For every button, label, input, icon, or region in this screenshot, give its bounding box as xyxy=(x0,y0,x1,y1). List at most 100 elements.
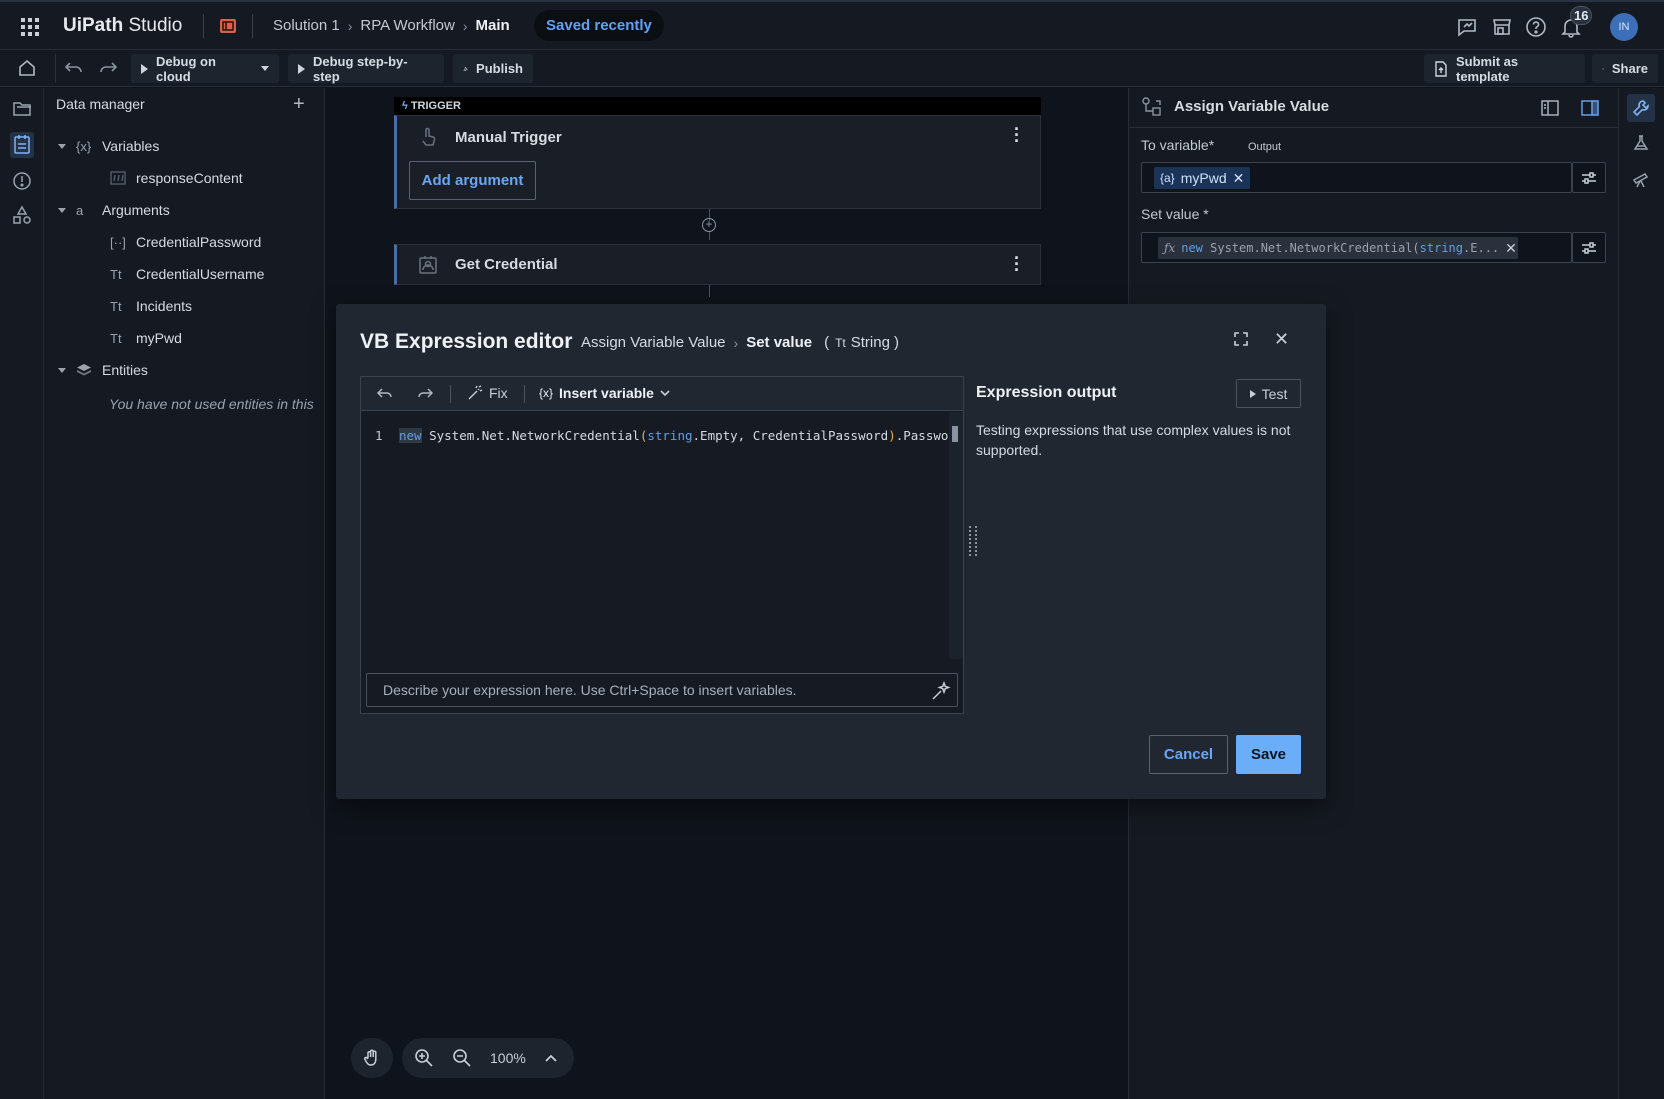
test-label: Test xyxy=(1261,385,1288,402)
pan-tool[interactable] xyxy=(351,1038,393,1078)
set-value-field[interactable]: ƒx new System.Net.NetworkCredential(stri… xyxy=(1141,232,1572,263)
arguments-group[interactable]: a Arguments xyxy=(58,202,170,218)
close-icon[interactable]: ✕ xyxy=(1233,170,1245,187)
caret-down-icon[interactable] xyxy=(58,367,66,373)
feedback-icon[interactable] xyxy=(1456,16,1478,38)
redo-icon[interactable] xyxy=(98,59,118,77)
undo-icon[interactable] xyxy=(64,59,84,77)
submit-template-label: Submit as template xyxy=(1455,53,1519,84)
hand-icon[interactable] xyxy=(362,1048,382,1068)
chevron-up-icon[interactable] xyxy=(544,1053,558,1063)
publish-button[interactable]: Publish xyxy=(453,54,533,83)
ai-sparkle-icon[interactable] xyxy=(931,681,951,701)
user-avatar[interactable]: IN xyxy=(1610,13,1638,41)
scrollbar[interactable] xyxy=(949,412,963,659)
close-icon[interactable]: ✕ xyxy=(1274,329,1289,350)
resize-handle[interactable] xyxy=(969,526,977,556)
manual-trigger-card[interactable]: Manual Trigger · · · Add argument xyxy=(394,115,1041,209)
tree-item-incidents[interactable]: Tt Incidents xyxy=(110,298,192,314)
publish-label: Publish xyxy=(476,61,523,76)
secure-string-icon: [··] xyxy=(110,234,126,250)
close-icon[interactable]: ✕ xyxy=(1505,240,1517,257)
home-icon[interactable] xyxy=(17,58,37,78)
files-icon[interactable] xyxy=(11,98,33,120)
zoom-level[interactable]: 100% xyxy=(490,1050,526,1066)
debug-step-by-step-button[interactable]: Debug step-by-step xyxy=(288,54,444,84)
data-manager-title: Data manager xyxy=(56,96,145,112)
undo-icon[interactable] xyxy=(377,386,393,400)
set-value-options[interactable] xyxy=(1572,232,1606,263)
variable-chip[interactable]: {a} myPwd ✕ xyxy=(1154,167,1251,189)
add-icon[interactable]: + xyxy=(293,94,305,114)
expression-chip[interactable]: ƒx new System.Net.NetworkCredential(stri… xyxy=(1158,237,1518,259)
caret-down-icon[interactable] xyxy=(58,207,66,213)
tree-item-mypwd[interactable]: Tt myPwd xyxy=(110,330,182,346)
code-line[interactable]: new System.Net.NetworkCredential(string.… xyxy=(399,428,963,443)
breadcrumb-solution[interactable]: Solution 1 xyxy=(273,17,340,34)
brand-name: UiPath xyxy=(63,15,124,36)
marketplace-icon[interactable] xyxy=(1491,16,1513,38)
scrollbar-thumb[interactable] xyxy=(952,426,958,442)
add-step-icon[interactable]: + xyxy=(702,218,716,232)
connector-line xyxy=(709,232,710,240)
to-variable-label: To variable* xyxy=(1141,137,1215,153)
activities-icon[interactable] xyxy=(11,204,33,226)
submit-as-template-button[interactable]: Submit as template xyxy=(1424,53,1585,84)
code-keyword: string xyxy=(647,428,693,443)
sliders-icon[interactable] xyxy=(1581,241,1597,254)
properties-tab[interactable] xyxy=(1627,94,1655,122)
template-icon xyxy=(1435,60,1447,77)
tree-item-credentialusername[interactable]: Tt CredentialUsername xyxy=(110,266,264,282)
get-credential-card[interactable]: Get Credential · · · xyxy=(394,244,1041,285)
expression-keyword: new xyxy=(1181,241,1203,255)
chevron-right-icon: › xyxy=(462,17,468,34)
to-variable-options[interactable] xyxy=(1572,162,1606,193)
expression-output-message: Testing expressions that use complex val… xyxy=(976,422,1291,458)
output-tag: Output xyxy=(1248,141,1282,153)
entities-group[interactable]: Entities xyxy=(58,362,148,378)
save-button[interactable]: Save xyxy=(1236,735,1301,774)
caret-down-icon[interactable] xyxy=(58,143,66,149)
help-icon[interactable] xyxy=(1525,16,1547,38)
errors-icon[interactable] xyxy=(11,170,33,192)
tree-item-responsecontent[interactable]: responseContent xyxy=(110,170,243,186)
project-icon[interactable] xyxy=(219,17,237,35)
properties-title: Assign Variable Value xyxy=(1174,98,1330,115)
maximize-icon[interactable] xyxy=(1234,332,1248,346)
flask-icon[interactable] xyxy=(1632,134,1650,152)
code-keyword: new xyxy=(399,428,422,443)
tree-item-credentialpassword[interactable]: [··] CredentialPassword xyxy=(110,234,261,250)
trigger-tag-label: TRIGGER xyxy=(410,100,461,112)
data-manager-icon[interactable] xyxy=(10,132,34,158)
debug-on-cloud-button[interactable]: Debug on cloud xyxy=(131,54,279,84)
zoom-out-icon[interactable] xyxy=(452,1048,472,1068)
test-button[interactable]: Test xyxy=(1236,379,1301,408)
fix-button[interactable]: Fix xyxy=(467,385,508,401)
insert-variable-dropdown[interactable]: {x} Insert variable xyxy=(539,385,670,401)
code-input-area[interactable]: 1 new System.Net.NetworkCredential(strin… xyxy=(361,412,963,659)
more-options-icon[interactable]: · · · xyxy=(1014,120,1020,150)
variable-icon: {x} xyxy=(539,386,554,400)
dropdown-caret-icon[interactable] xyxy=(261,66,269,71)
cancel-button[interactable]: Cancel xyxy=(1149,735,1228,774)
zoom-in-icon[interactable] xyxy=(414,1048,434,1068)
sliders-icon[interactable] xyxy=(1581,171,1597,184)
apps-grid-icon[interactable] xyxy=(20,17,40,37)
panel-layout-icon[interactable] xyxy=(1541,100,1559,116)
to-variable-field[interactable]: {a} myPwd ✕ xyxy=(1141,162,1572,193)
dock-panel-icon[interactable] xyxy=(1581,100,1599,116)
list-variable-icon xyxy=(110,171,136,185)
add-argument-button[interactable]: Add argument xyxy=(409,161,536,200)
breadcrumb-file: Main xyxy=(475,17,510,34)
breadcrumb: Solution 1 › RPA Workflow › Main xyxy=(273,17,510,34)
describe-expression-input[interactable]: Describe your expression here. Use Ctrl+… xyxy=(366,673,958,707)
telescope-icon[interactable] xyxy=(1632,170,1650,188)
divider xyxy=(55,54,56,83)
more-options-icon[interactable]: · · · xyxy=(1014,249,1020,279)
redo-icon[interactable] xyxy=(417,386,433,400)
share-button[interactable]: Share xyxy=(1592,54,1658,83)
chevron-down-icon xyxy=(660,390,670,397)
variables-group[interactable]: {x} Variables xyxy=(58,138,159,154)
code-paren: ) xyxy=(888,428,896,443)
breadcrumb-project[interactable]: RPA Workflow xyxy=(360,17,454,34)
